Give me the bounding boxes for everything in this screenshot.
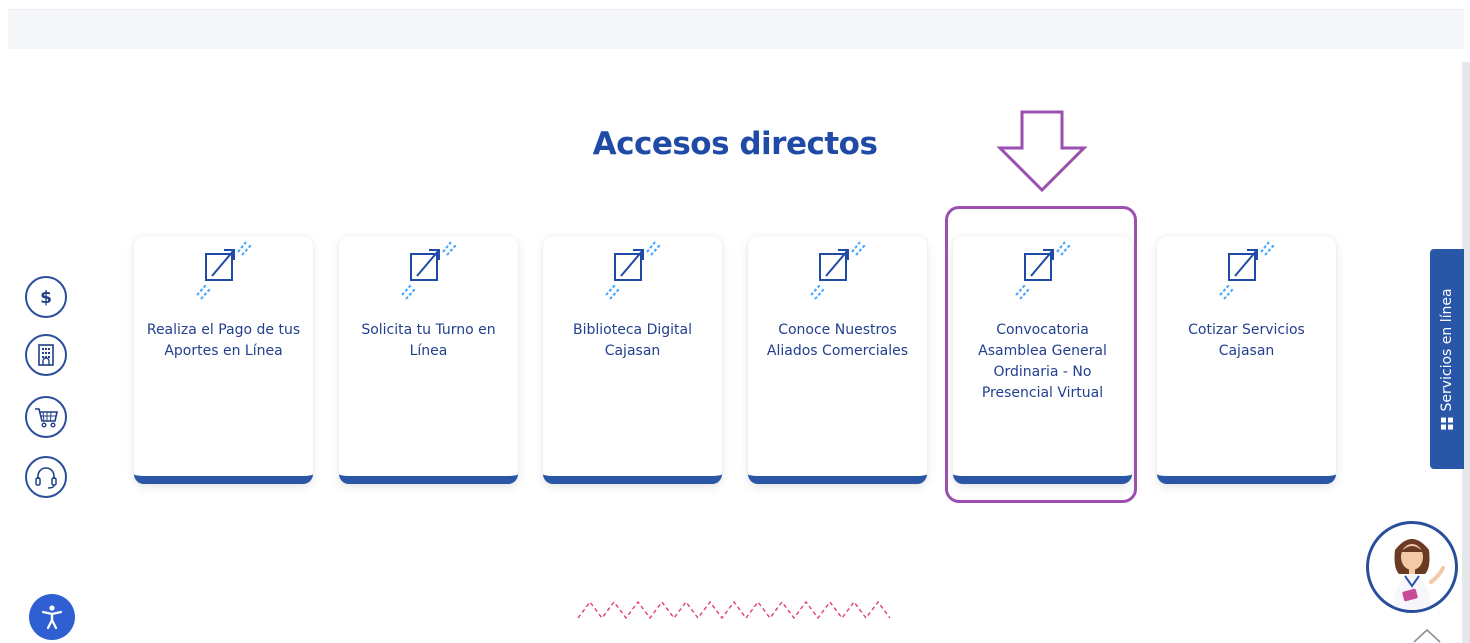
scroll-up-icon[interactable]	[1410, 626, 1444, 643]
accessibility-button[interactable]	[29, 594, 75, 640]
windows-grid-icon	[1441, 417, 1453, 430]
svg-text:$: $	[40, 288, 52, 308]
support-button[interactable]	[25, 456, 67, 498]
assistant-avatar-icon	[1393, 539, 1445, 610]
decorative-zigzag	[577, 600, 891, 620]
shopping-cart-button[interactable]	[25, 396, 67, 438]
card-label: Convocatoria Asamblea General Ordinaria …	[978, 322, 1107, 401]
card-turno-linea[interactable]: Solicita tu Turno en Línea	[339, 236, 518, 484]
dollar-icon: $	[40, 288, 52, 308]
card-convocatoria-asamblea[interactable]: Convocatoria Asamblea General Ordinaria …	[953, 236, 1132, 484]
card-pago-aportes[interactable]: Realiza el Pago de tus Aportes en Línea	[134, 236, 313, 484]
shopping-cart-icon	[35, 408, 58, 428]
card-label: Realiza el Pago de tus Aportes en Línea	[146, 322, 301, 359]
card-aliados-comerciales[interactable]: Conoce Nuestros Aliados Comerciales	[748, 236, 927, 484]
card-biblioteca-digital[interactable]: Biblioteca Digital Cajasan	[543, 236, 722, 484]
down-arrow-icon	[996, 110, 1088, 193]
external-link-icon	[810, 241, 866, 300]
external-link-icon	[1219, 241, 1275, 300]
card-label: Conoce Nuestros Aliados Comerciales	[766, 322, 909, 359]
accessibility-icon	[41, 605, 63, 630]
external-link-icon	[401, 241, 457, 300]
external-link-icon	[605, 241, 661, 300]
top-band	[8, 9, 1464, 49]
servicios-en-linea-tab[interactable]: Servicios en línea	[1430, 249, 1464, 469]
card-label: Solicita tu Turno en Línea	[361, 322, 496, 359]
card-label: Biblioteca Digital Cajasan	[573, 322, 692, 359]
payments-button[interactable]: $	[25, 276, 67, 318]
external-link-icon	[1015, 241, 1071, 300]
section-title: Accesos directos	[592, 126, 878, 162]
building-icon	[38, 344, 54, 366]
card-label: Cotizar Servicios Cajasan	[1188, 322, 1305, 359]
external-link-icon	[196, 241, 252, 300]
virtual-assistant-avatar[interactable]	[1366, 521, 1458, 613]
building-button[interactable]	[25, 334, 67, 376]
card-cotizar-servicios[interactable]: Cotizar Servicios Cajasan	[1157, 236, 1336, 484]
side-tab-label: Servicios en línea	[1439, 288, 1455, 412]
headset-icon	[35, 467, 57, 489]
